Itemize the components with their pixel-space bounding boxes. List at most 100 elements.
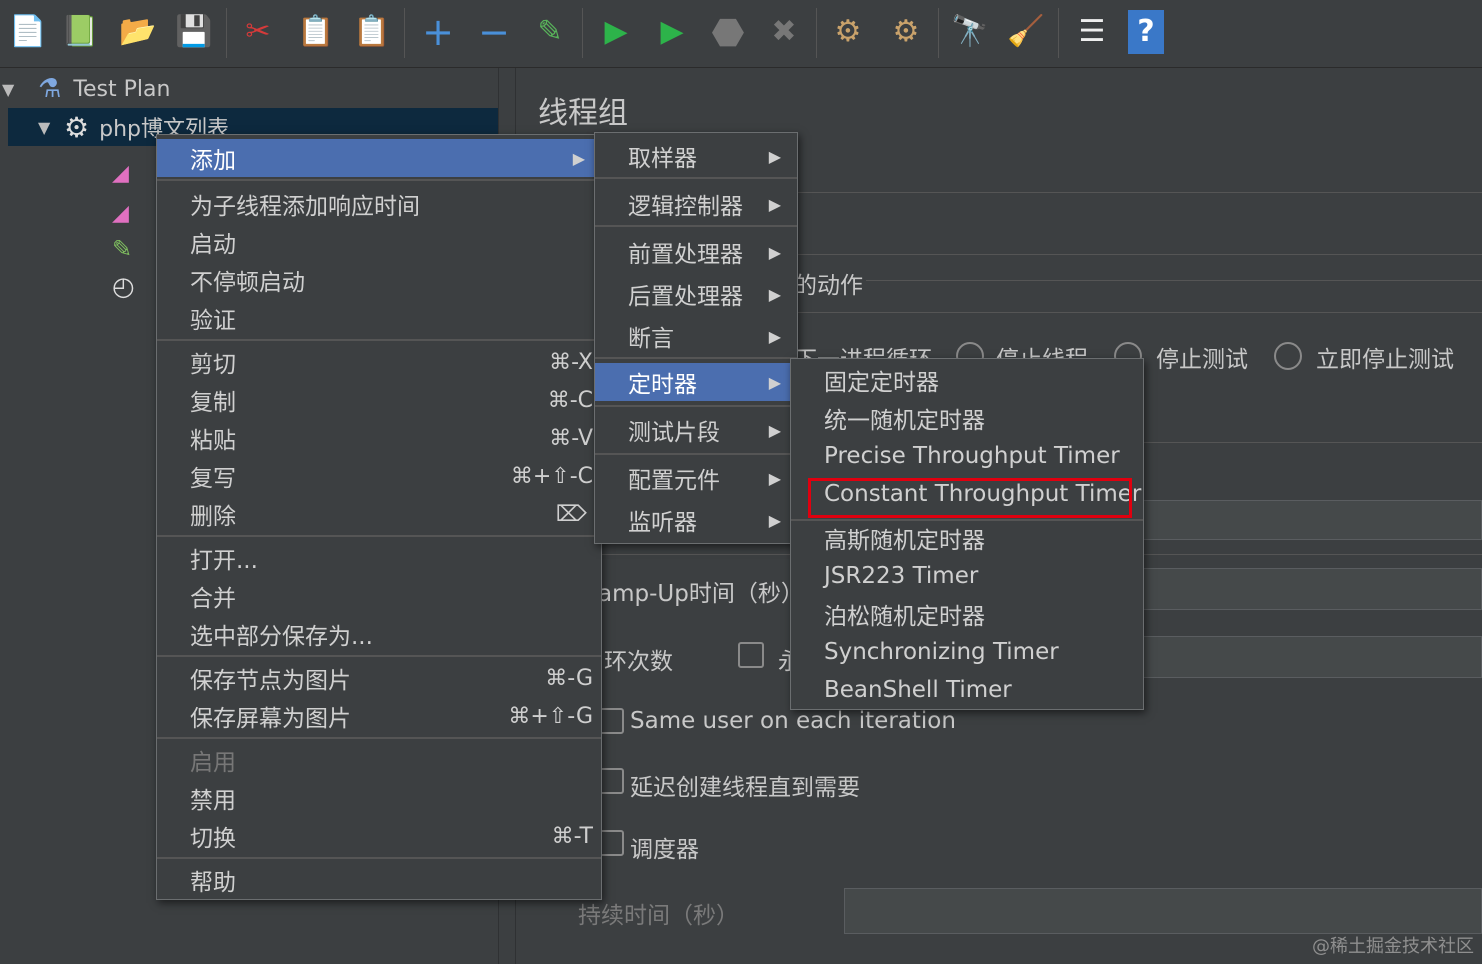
menu-item-cut[interactable]: 剪切 ⌘-X	[157, 343, 601, 381]
rampup-label: amp-Up时间（秒）	[598, 581, 804, 607]
highlight-box	[808, 478, 1132, 518]
start-no-pause-icon[interactable]: ▶	[650, 8, 694, 56]
tree-node-child[interactable]: ✎	[112, 230, 132, 268]
paste-icon[interactable]: 📋	[350, 8, 394, 56]
sampler-icon: ◢	[112, 200, 129, 226]
menu-item-pre-processor[interactable]: 前置处理器 ▶	[595, 233, 797, 271]
menu-item-label: 禁用	[190, 788, 236, 814]
menu-item-add-response-time[interactable]: 为子线程添加响应时间	[157, 185, 601, 223]
menu-item-paste[interactable]: 粘贴 ⌘-V	[157, 419, 601, 457]
menu-item-save-screen-as-image[interactable]: 保存屏幕为图片 ⌘+⇧-G	[157, 697, 601, 735]
menu-item-open[interactable]: 打开...	[157, 539, 601, 577]
menu-item-label: 选中部分保存为...	[190, 624, 373, 650]
tree-node-test-plan[interactable]: ▼ ⚗ Test Plan	[0, 70, 498, 108]
menu-item-label: 添加	[190, 148, 236, 174]
menu-item-add[interactable]: 添加 ▶	[157, 139, 601, 177]
toolbar-separator	[404, 8, 405, 58]
menu-item-save-node-as-image[interactable]: 保存节点为图片 ⌘-G	[157, 659, 601, 697]
menu-item-listener[interactable]: 监听器 ▶	[595, 501, 797, 539]
radio-stop-test-now[interactable]	[1274, 342, 1302, 370]
menu-item-merge[interactable]: 合并	[157, 577, 601, 615]
templates-icon[interactable]: 📗	[58, 8, 102, 56]
toolbar: 📄 📗 📂 💾 ✂ 📋 📋 + − ✎ ▶ ▶ ⬣ ✖ ⚙ ⚙ 🔭 🧹 ☰ ?	[0, 0, 1482, 68]
menu-item-test-fragment[interactable]: 测试片段 ▶	[595, 411, 797, 449]
menu-item-beanshell-timer[interactable]: BeanShell Timer	[791, 671, 1143, 709]
toolbar-separator	[582, 8, 583, 58]
menu-item-validate[interactable]: 验证	[157, 299, 601, 337]
toolbar-separator	[1058, 8, 1059, 58]
menu-item-duplicate[interactable]: 复写 ⌘+⇧-C	[157, 457, 601, 495]
submenu-arrow-icon: ▶	[768, 326, 781, 346]
menu-item-label: 配置元件	[628, 468, 720, 494]
loop-forever-checkbox[interactable]	[738, 642, 764, 668]
shortcut-label: ⌘-C	[547, 387, 593, 413]
menu-item-start[interactable]: 启动	[157, 223, 601, 261]
menu-item-help[interactable]: 帮助	[157, 861, 601, 899]
new-icon[interactable]: 📄	[6, 8, 50, 56]
copy-icon[interactable]: 📋	[294, 8, 338, 56]
start-icon[interactable]: ▶	[594, 8, 638, 56]
stop-icon[interactable]: ⬣	[706, 8, 750, 56]
loop-count-input[interactable]	[1142, 636, 1482, 678]
tree-node-child[interactable]: ◢	[112, 194, 129, 232]
function-helper-icon[interactable]: ☰	[1070, 8, 1114, 56]
rampup-input[interactable]	[1142, 568, 1482, 610]
save-icon[interactable]: 💾	[172, 8, 216, 56]
menu-item-save-selection-as[interactable]: 选中部分保存为...	[157, 615, 601, 653]
menu-item-copy[interactable]: 复制 ⌘-C	[157, 381, 601, 419]
menu-item-label: 帮助	[190, 870, 236, 896]
menu-item-jsr223-timer[interactable]: JSR223 Timer	[791, 557, 1143, 595]
menu-item-toggle[interactable]: 切换 ⌘-T	[157, 817, 601, 855]
menu-item-config-element[interactable]: 配置元件 ▶	[595, 459, 797, 497]
clear-icon[interactable]: ⚙	[826, 8, 870, 56]
menu-item-label: 前置处理器	[628, 242, 743, 268]
menu-item-gaussian-random-timer[interactable]: 高斯随机定时器	[791, 519, 1143, 557]
menu-item-start-no-pause[interactable]: 不停顿启动	[157, 261, 601, 299]
menu-separator	[157, 737, 601, 739]
search-icon[interactable]: 🔭	[948, 8, 992, 56]
expand-icon[interactable]: +	[416, 8, 460, 56]
menu-item-disable[interactable]: 禁用	[157, 779, 601, 817]
submenu-arrow-icon: ▶	[768, 510, 781, 530]
menu-item-sampler[interactable]: 取样器 ▶	[595, 137, 797, 175]
open-icon[interactable]: 📂	[116, 8, 160, 56]
submenu-arrow-icon: ▶	[768, 146, 781, 166]
action-label: 的动作	[794, 273, 863, 299]
menu-item-logic-controller[interactable]: 逻辑控制器 ▶	[595, 185, 797, 223]
tree-node-child[interactable]: ◴	[112, 268, 135, 306]
toggle-icon[interactable]: ✎	[528, 8, 572, 56]
menu-item-label: Precise Throughput Timer	[824, 443, 1120, 469]
shortcut-label: ⌘-V	[549, 425, 593, 451]
menu-item-label: 统一随机定时器	[824, 408, 985, 434]
toolbar-separator	[938, 8, 939, 58]
menu-item-uniform-random-timer[interactable]: 统一随机定时器	[791, 399, 1143, 437]
collapse-triangle-icon[interactable]: ▼	[38, 118, 58, 137]
pipette-icon: ✎	[112, 235, 133, 263]
collapse-triangle-icon[interactable]: ▼	[2, 80, 22, 99]
reset-search-icon[interactable]: 🧹	[1004, 8, 1048, 56]
menu-item-constant-timer[interactable]: 固定定时器	[791, 361, 1143, 399]
menu-item-timer[interactable]: 定时器 ▶	[595, 363, 797, 401]
context-menu: 添加 ▶ 为子线程添加响应时间 启动 不停顿启动 验证 剪切 ⌘-X 复制 ⌘-C …	[156, 134, 602, 900]
menu-item-poisson-random-timer[interactable]: 泊松随机定时器	[791, 595, 1143, 633]
threads-input[interactable]	[1142, 500, 1482, 540]
collapse-icon[interactable]: −	[472, 8, 516, 56]
toolbar-separator	[226, 8, 227, 58]
help-icon[interactable]: ?	[1128, 10, 1164, 54]
clear-all-icon[interactable]: ⚙	[884, 8, 928, 56]
gear-icon: ⚙	[64, 110, 90, 144]
shutdown-icon[interactable]: ✖	[762, 8, 806, 56]
menu-item-post-processor[interactable]: 后置处理器 ▶	[595, 275, 797, 313]
menu-item-delete[interactable]: 删除 ⌦	[157, 495, 601, 533]
menu-separator	[595, 453, 797, 455]
tree-node-child[interactable]: ◢	[112, 154, 129, 192]
menu-item-assertion[interactable]: 断言 ▶	[595, 317, 797, 355]
menu-item-label: Synchronizing Timer	[824, 639, 1059, 665]
menu-item-precise-throughput-timer[interactable]: Precise Throughput Timer	[791, 437, 1143, 475]
menu-separator	[157, 535, 601, 537]
duration-input[interactable]	[844, 888, 1482, 934]
menu-item-label: 验证	[190, 308, 236, 334]
menu-item-synchronizing-timer[interactable]: Synchronizing Timer	[791, 633, 1143, 671]
delay-thread-creation-label: 延迟创建线程直到需要	[630, 775, 860, 801]
cut-icon[interactable]: ✂	[236, 8, 280, 56]
